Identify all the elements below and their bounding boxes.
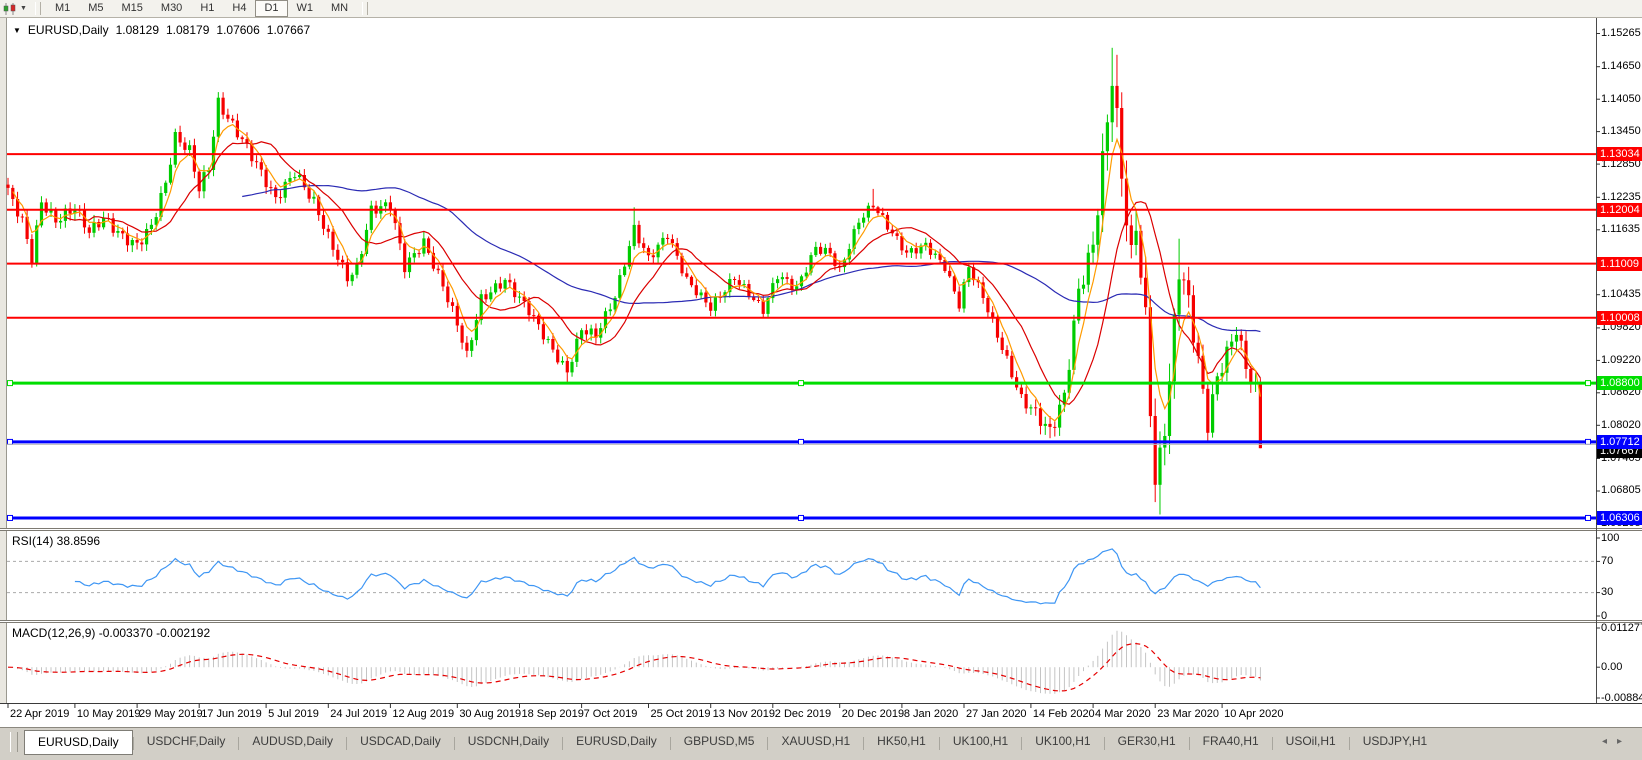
line-handle[interactable] — [8, 515, 13, 520]
hline-price-label-1.12004: 1.12004 — [1597, 203, 1642, 217]
line-handle[interactable] — [799, 439, 804, 444]
line-handle[interactable] — [1586, 381, 1591, 386]
timeframe-button-M5[interactable]: M5 — [79, 0, 112, 17]
price-tick-label: 1.07405 — [1601, 452, 1641, 464]
chart-tab-2-AUDUSD-Daily[interactable]: AUDUSD,Daily — [239, 730, 346, 753]
main-chart-panel[interactable] — [7, 18, 1596, 528]
price-tick-label: 1.14050 — [1601, 93, 1641, 105]
price-tick-label: 1.08620 — [1601, 386, 1641, 398]
tab-scroll-left-icon[interactable]: ◂ — [1602, 736, 1617, 747]
price-tick-label: 1.15265 — [1601, 27, 1641, 39]
tab-scroll-arrows: ◂▸ — [1602, 736, 1632, 747]
timeframe-button-MN[interactable]: MN — [322, 0, 357, 17]
chart-tab-5-EURUSD-Daily[interactable]: EURUSD,Daily — [563, 730, 670, 753]
chart-tab-13-USOil-H1[interactable]: USOil,H1 — [1273, 730, 1349, 753]
chart-tab-bar: EURUSD,DailyUSDCHF,DailyAUDUSD,DailyUSDC… — [0, 727, 1642, 760]
chart-tab-3-USDCAD-Daily[interactable]: USDCAD,Daily — [347, 730, 454, 753]
chart-tab-6-GBPUSD-M5[interactable]: GBPUSD,M5 — [671, 730, 768, 753]
price-tick-label: 1.09220 — [1601, 354, 1641, 366]
chart-tab-7-XAUUSD-H1[interactable]: XAUUSD,H1 — [768, 730, 863, 753]
terminal-window: ▼ M1M5M15M30H1H4D1W1MN ▼ EURUSD,Daily 1.… — [0, 0, 1642, 760]
macd-tick-label: 0.00 — [1601, 661, 1622, 673]
price-tick-label: 1.12235 — [1601, 191, 1641, 203]
rsi-panel[interactable] — [7, 531, 1596, 620]
tabbar-grip[interactable] — [10, 732, 18, 752]
bid-price-label: 1.07667 — [1597, 444, 1642, 458]
timeframe-button-M15[interactable]: M15 — [113, 0, 152, 17]
timeframe-button-D1[interactable]: D1 — [255, 0, 287, 17]
chart-tab-4-USDCNH-Daily[interactable]: USDCNH,Daily — [455, 730, 562, 753]
timeframe-buttons: M1M5M15M30H1H4D1W1MN — [46, 0, 357, 17]
chart-tab-14-USDJPY-H1[interactable]: USDJPY,H1 — [1350, 730, 1440, 753]
line-handle[interactable] — [1586, 515, 1591, 520]
tab-scroll-right-icon[interactable]: ▸ — [1617, 736, 1632, 747]
chart-tab-10-UK100-H1[interactable]: UK100,H1 — [1022, 730, 1103, 753]
hline-price-label-1.13034: 1.13034 — [1597, 147, 1642, 161]
price-tick-label: 1.11635 — [1601, 223, 1640, 235]
price-axis-border — [1596, 18, 1597, 703]
line-handle[interactable] — [1586, 439, 1591, 444]
rsi-tick-label: 70 — [1601, 555, 1613, 567]
price-tick-label: 1.10435 — [1601, 288, 1641, 300]
timeframe-button-H1[interactable]: H1 — [191, 0, 223, 17]
candlestick-chart-icon — [3, 3, 17, 15]
chart-tab-9-UK100-H1[interactable]: UK100,H1 — [940, 730, 1021, 753]
date-axis[interactable] — [0, 703, 1642, 727]
price-tick-label: 1.13450 — [1601, 125, 1641, 137]
hline-price-label-1.06306: 1.06306 — [1597, 511, 1642, 525]
timeframes-toolbar: ▼ M1M5M15M30H1H4D1W1MN — [0, 0, 1642, 18]
price-tick-label: 1.09820 — [1601, 321, 1641, 333]
chart-tab-0-EURUSD-Daily[interactable]: EURUSD,Daily — [24, 730, 133, 755]
price-tick-label: 1.14650 — [1601, 60, 1641, 72]
timeframe-button-M30[interactable]: M30 — [152, 0, 191, 17]
line-handle[interactable] — [8, 439, 13, 444]
line-handle[interactable] — [8, 381, 13, 386]
charts-toolbar-icon[interactable] — [0, 1, 20, 16]
rsi-tick-label: 100 — [1601, 532, 1619, 544]
price-tick-label: 1.06805 — [1601, 484, 1641, 496]
line-handle[interactable] — [799, 515, 804, 520]
chart-tab-12-FRA40-H1[interactable]: FRA40,H1 — [1190, 730, 1272, 753]
toolbar-grip-end[interactable] — [362, 2, 368, 15]
hline-price-label-1.07712: 1.07712 — [1597, 435, 1642, 449]
macd-tick-label: 0.011277 — [1601, 622, 1642, 634]
hline-price-label-1.11009: 1.11009 — [1597, 257, 1642, 271]
line-handle[interactable] — [799, 381, 804, 386]
toolbar-grip[interactable] — [35, 2, 41, 15]
timeframe-button-H4[interactable]: H4 — [223, 0, 255, 17]
price-tick-label: 1.12850 — [1601, 158, 1641, 170]
chart-tab-11-GER30-H1[interactable]: GER30,H1 — [1105, 730, 1189, 753]
timeframe-button-M1[interactable]: M1 — [46, 0, 79, 17]
hline-price-label-1.08800: 1.08800 — [1597, 376, 1642, 390]
macd-tick-label: -0.008845 — [1601, 692, 1642, 704]
timeframe-button-W1[interactable]: W1 — [288, 0, 323, 17]
macd-panel[interactable] — [7, 623, 1596, 703]
chevron-down-icon[interactable]: ▼ — [20, 5, 27, 12]
hline-price-label-1.10008: 1.10008 — [1597, 311, 1642, 325]
chart-tab-1-USDCHF-Daily[interactable]: USDCHF,Daily — [134, 730, 239, 753]
chart-tab-8-HK50-H1[interactable]: HK50,H1 — [864, 730, 939, 753]
rsi-tick-label: 30 — [1601, 586, 1613, 598]
price-tick-label: 1.08020 — [1601, 419, 1641, 431]
